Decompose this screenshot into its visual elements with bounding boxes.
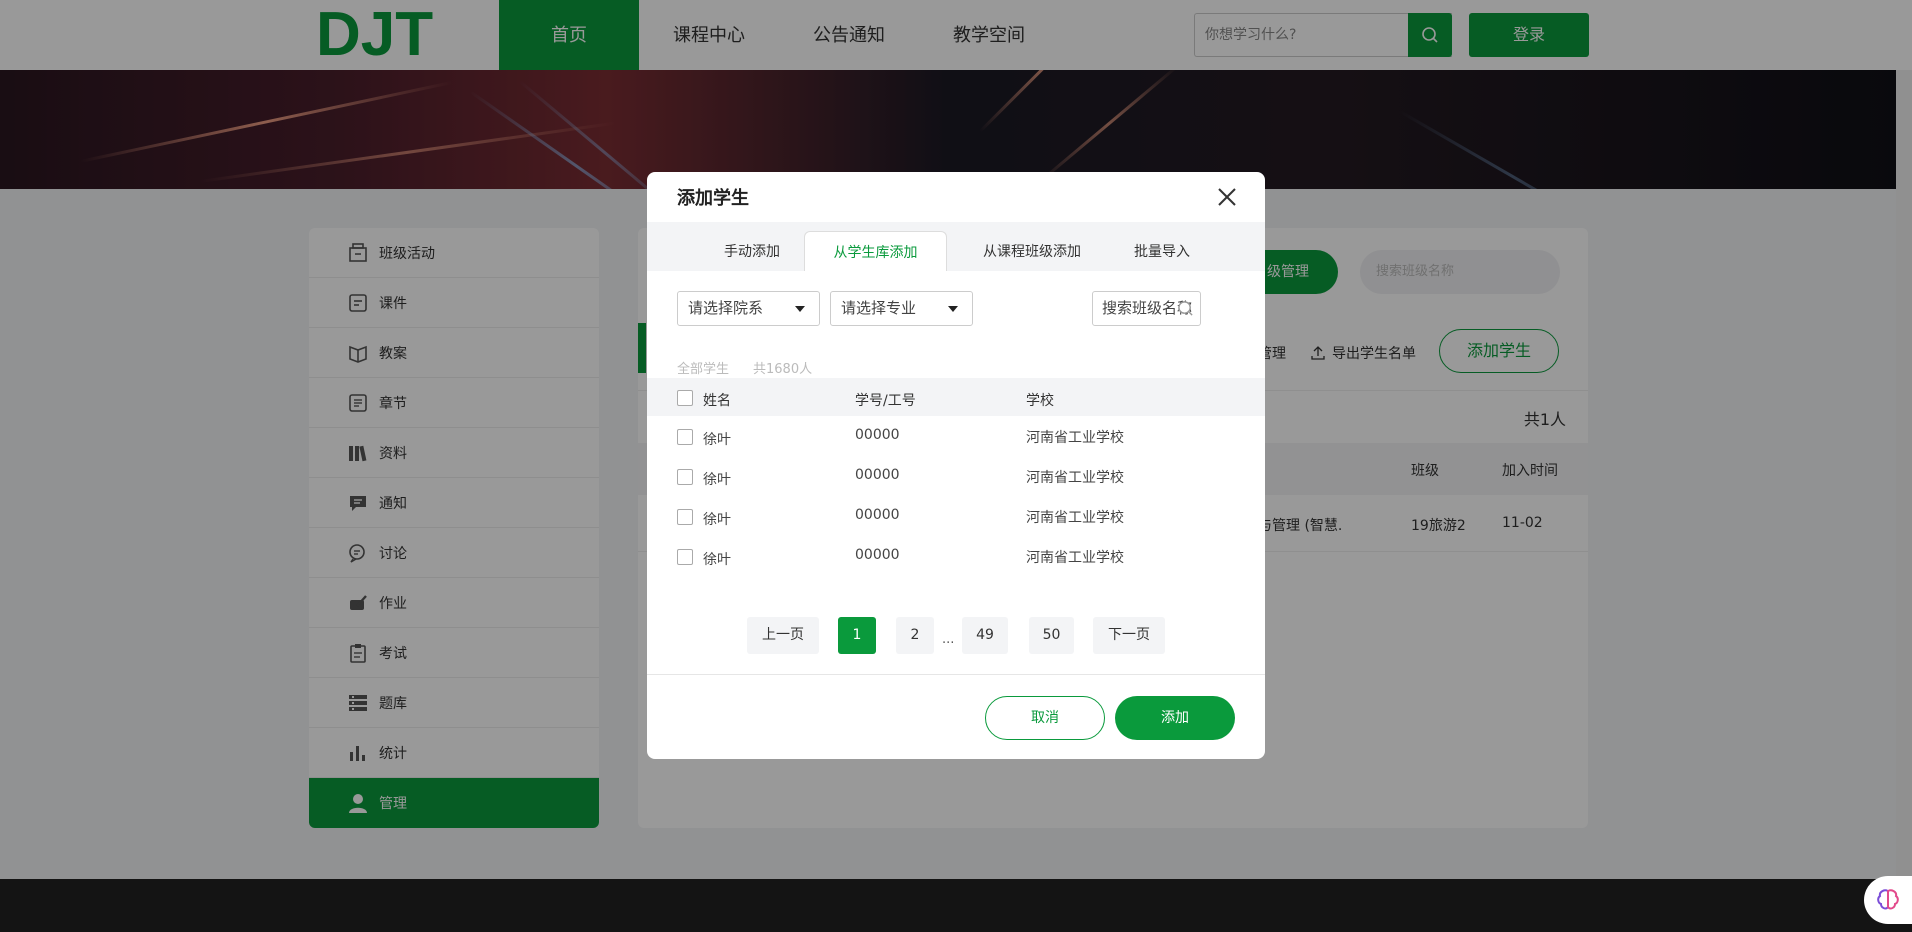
page-2-button[interactable]: 2 — [896, 617, 934, 654]
all-students-label: 全部学生 — [677, 362, 730, 377]
chevron-down-icon — [795, 306, 805, 312]
dialog-footer-divider — [647, 674, 1265, 675]
major-select-value: 请选择专业 — [841, 299, 917, 317]
department-select-value: 请选择院系 — [688, 299, 764, 317]
cancel-button[interactable]: 取消 — [985, 696, 1105, 740]
prev-page-button[interactable]: 上一页 — [747, 617, 819, 654]
add-student-dialog: 添加学生 手动添加 从学生库添加 从课程班级添加 批量导入 请选择院系 请选择专… — [647, 172, 1265, 759]
row-checkbox[interactable] — [677, 549, 693, 565]
student-count-row: 全部学生 共1680人 — [677, 358, 812, 377]
dialog-title: 添加学生 — [677, 188, 749, 209]
select-all-checkbox[interactable] — [677, 390, 693, 406]
row-checkbox[interactable] — [677, 509, 693, 525]
total-count: 共1680人 — [753, 362, 813, 377]
student-table-header — [647, 378, 1265, 416]
assistant-widget[interactable] — [1864, 876, 1912, 924]
tab-batch-import[interactable]: 批量导入 — [1112, 231, 1212, 271]
next-page-button[interactable]: 下一页 — [1093, 617, 1165, 654]
row-checkbox[interactable] — [677, 429, 693, 445]
cell-school: 河南省工业学校 — [1026, 470, 1124, 486]
tab-manual-add[interactable]: 手动添加 — [697, 231, 807, 271]
chevron-down-icon — [948, 306, 958, 312]
page-49-button[interactable]: 49 — [962, 617, 1008, 654]
page-50-button[interactable]: 50 — [1029, 617, 1074, 654]
department-select[interactable]: 请选择院系 — [677, 291, 820, 326]
major-select[interactable]: 请选择专业 — [830, 291, 973, 326]
cell-school: 河南省工业学校 — [1026, 430, 1124, 446]
cell-name: 徐叶 — [703, 512, 731, 528]
cell-student-id: 00000 — [855, 547, 900, 563]
page-1-button[interactable]: 1 — [838, 617, 876, 654]
row-checkbox[interactable] — [677, 469, 693, 485]
cell-name: 徐叶 — [703, 432, 731, 448]
tab-from-student-library[interactable]: 从学生库添加 — [804, 231, 947, 271]
col-student-id: 学号/工号 — [855, 393, 916, 409]
class-name-search-input[interactable]: 搜索班级名称 — [1092, 291, 1201, 326]
brain-icon — [1877, 889, 1899, 910]
cell-student-id: 00000 — [855, 507, 900, 523]
close-icon[interactable] — [1214, 184, 1240, 210]
confirm-add-button[interactable]: 添加 — [1115, 696, 1235, 740]
col-name: 姓名 — [703, 393, 731, 409]
cell-name: 徐叶 — [703, 552, 731, 568]
cell-student-id: 00000 — [855, 467, 900, 483]
cell-school: 河南省工业学校 — [1026, 550, 1124, 566]
dialog-tab-bar: 手动添加 从学生库添加 从课程班级添加 批量导入 — [647, 222, 1265, 271]
pager-ellipsis: ... — [942, 632, 955, 647]
col-school: 学校 — [1026, 393, 1054, 409]
cell-school: 河南省工业学校 — [1026, 510, 1124, 526]
cell-name: 徐叶 — [703, 472, 731, 488]
search-icon — [1178, 301, 1193, 316]
cell-student-id: 00000 — [855, 427, 900, 443]
tab-from-course-class[interactable]: 从课程班级添加 — [957, 231, 1107, 271]
